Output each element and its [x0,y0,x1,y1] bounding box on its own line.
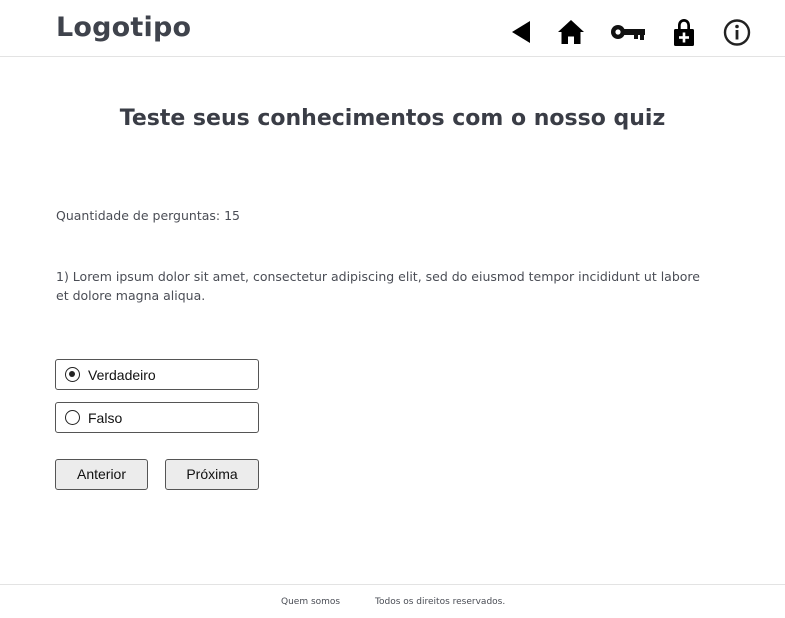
footer: Quem somos Todos os direitos reservados. [0,584,785,618]
option-true-label: Verdadeiro [88,367,156,383]
previous-button[interactable]: Anterior [55,459,148,490]
option-false[interactable]: Falso [55,402,259,433]
key-icon[interactable] [610,17,646,47]
about-link[interactable]: Quem somos [281,597,340,607]
rights-text: Todos os direitos reservados. [375,597,506,607]
page-title: Teste seus conhecimentos com o nosso qui… [119,106,666,131]
info-icon[interactable] [722,17,752,47]
question-text: 1) Lorem ipsum dolor sit amet, consectet… [56,269,700,303]
option-true[interactable]: Verdadeiro [55,359,259,390]
lock-icon[interactable] [669,17,699,47]
logo[interactable]: Logotipo [56,12,191,43]
next-button[interactable]: Próxima [165,459,259,490]
radio-false[interactable] [65,410,80,425]
radio-true[interactable] [65,367,80,382]
home-icon[interactable] [556,17,586,47]
option-false-label: Falso [88,410,123,426]
question-count: Quantidade de perguntas: 15 [56,208,240,223]
header: Logotipo [0,0,785,57]
back-arrow-icon[interactable] [506,17,536,47]
